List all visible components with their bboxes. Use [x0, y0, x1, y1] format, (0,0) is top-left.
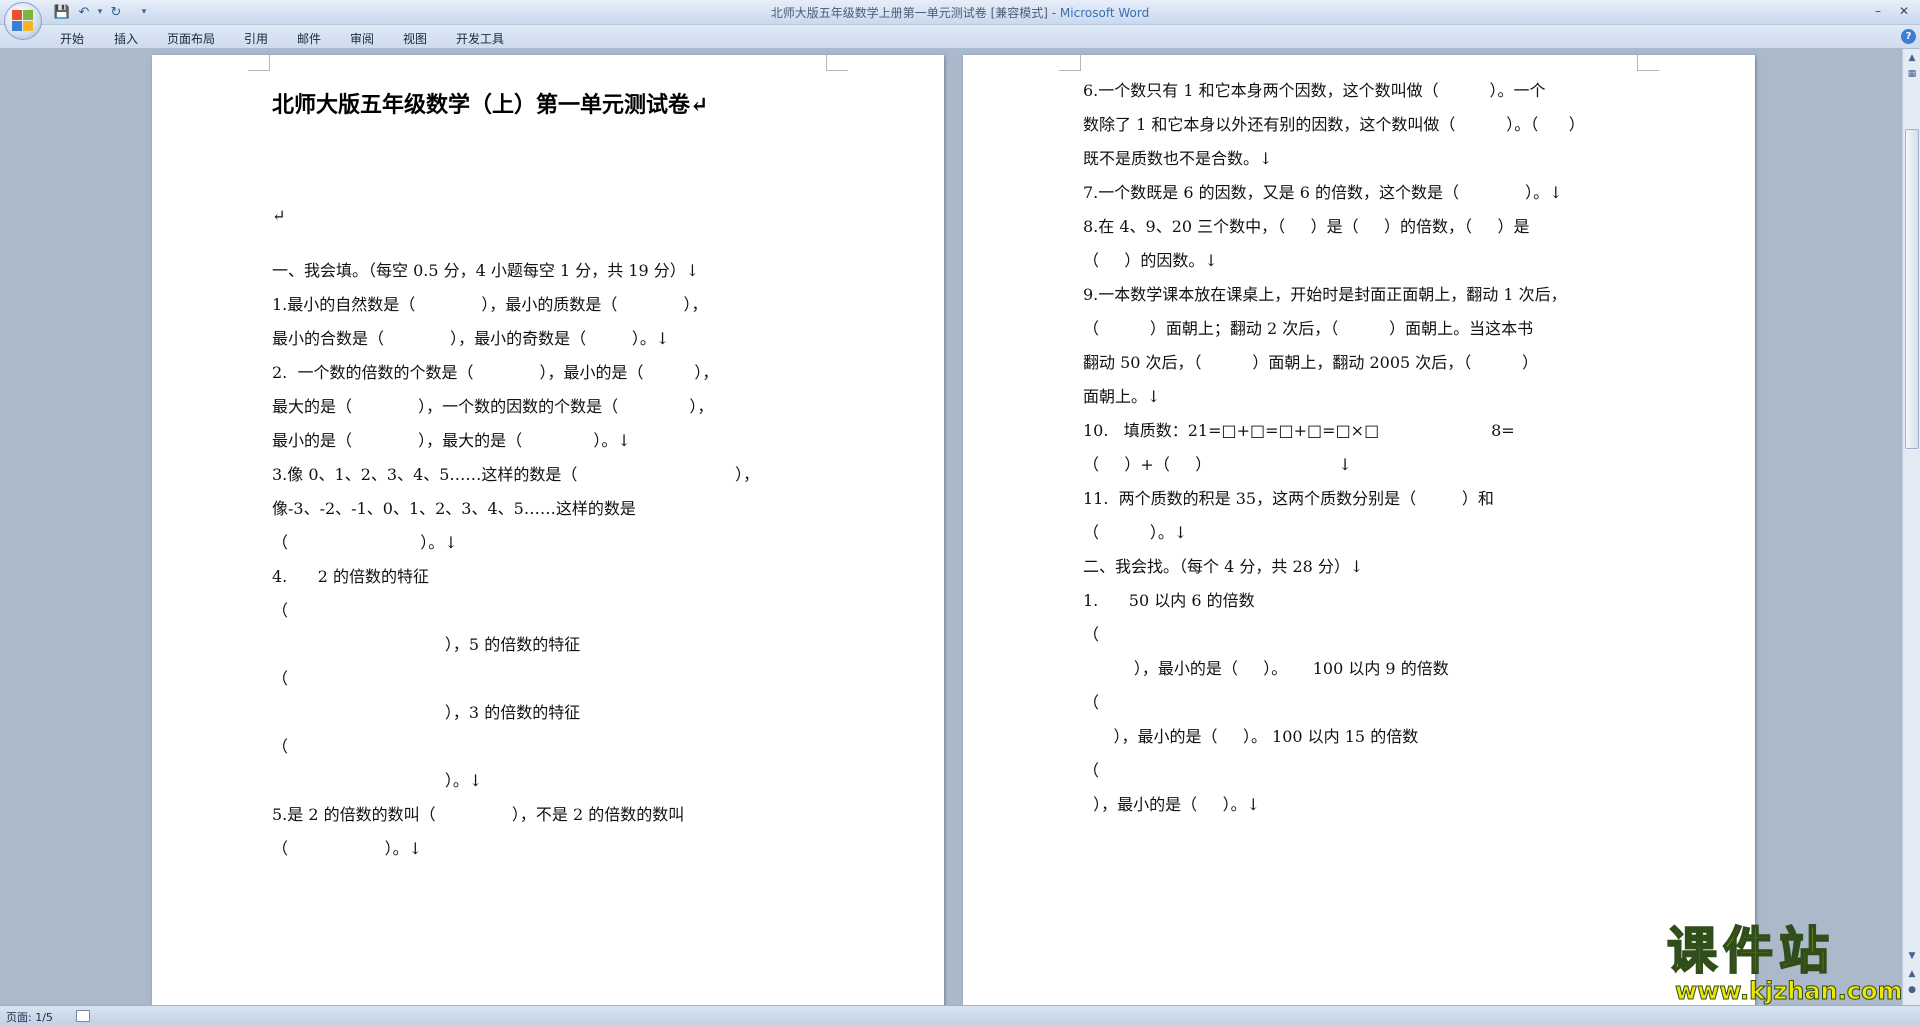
text-line: 面朝上。↓: [1083, 387, 1161, 406]
margin-corner-mark: [826, 55, 848, 71]
text-line: 10. 填质数：21=□+□=□+□=□×□ 8=: [1083, 421, 1515, 440]
tab-references[interactable]: 引用: [244, 30, 268, 47]
office-logo-icon: [12, 10, 34, 32]
tab-review[interactable]: 审阅: [350, 30, 374, 47]
page-left[interactable]: 北师大版五年级数学（上）第一单元测试卷↵ ↵ 一、我会填。（每空 0.5 分，4 …: [152, 55, 944, 1005]
text-line: 翻动 50 次后，（ ）面朝上，翻动 2005 次后，（ ）: [1083, 353, 1539, 372]
text-line: （: [1083, 761, 1100, 780]
margin-corner-mark: [1637, 55, 1659, 71]
text-line: （: [272, 601, 289, 620]
text-line: （: [1083, 693, 1100, 712]
tab-page-layout[interactable]: 页面布局: [167, 30, 215, 47]
status-bar: 页面: 1/5: [0, 1005, 1920, 1025]
text-line: 6.一个数只有 1 和它本身两个因数，这个数叫做（ ）。一个: [1083, 81, 1546, 100]
text-line: 11. 两个质数的积是 35，这两个质数分别是（ ）和: [1083, 489, 1494, 508]
margin-corner-mark: [248, 55, 270, 71]
text-line: 既不是质数也不是合数。↓: [1083, 149, 1273, 168]
window-title: 北师大版五年级数学上册第一单元测试卷 [兼容模式] - Microsoft Wo…: [770, 6, 1150, 20]
text-line: 3.像 0、1、2、3、4、5……这样的数是（ ），: [272, 465, 760, 484]
text-line: （ ）。↓: [272, 839, 423, 858]
text-line: （ ）。↓: [1083, 523, 1188, 542]
text-line: 最小的是（ ），最大的是（ ）。↓: [272, 431, 631, 450]
document-area: 北师大版五年级数学（上）第一单元测试卷↵ ↵ 一、我会填。（每空 0.5 分，4 …: [0, 49, 1902, 1005]
text-line: 9.一本数学课本放在课桌上，开始时是封面正面朝上，翻动 1 次后，: [1083, 285, 1567, 304]
tab-developer[interactable]: 开发工具: [456, 30, 504, 47]
text-line: （ ）的因数。↓: [1083, 251, 1218, 270]
text-line: （ ）。↓: [272, 533, 458, 552]
watermark-logo: 课件站 www.kjzhan.com: [1665, 922, 1905, 1006]
text-line: 5.是 2 的倍数的数叫（ ），不是 2 的倍数的数叫: [272, 805, 685, 824]
text-line: 数除了 1 和它本身以外还有别的因数，这个数叫做（ ）。（ ）: [1083, 115, 1585, 134]
text-line: 1.最小的自然数是（ ），最小的质数是（ ），: [272, 295, 708, 314]
browse-object-icon[interactable]: ●: [1905, 983, 1919, 997]
text-line: ），最小的是（ ）。↓: [1083, 795, 1261, 814]
text-line: 二、我会找。（每个 4 分，共 28 分）↓: [1083, 557, 1364, 576]
text-line: （ ）+（ ） ↓: [1083, 455, 1352, 474]
text-line: （: [272, 737, 289, 756]
tab-home[interactable]: 开始: [60, 30, 84, 47]
help-icon[interactable]: ?: [1901, 29, 1916, 44]
scroll-thumb[interactable]: [1905, 129, 1919, 449]
tab-insert[interactable]: 插入: [114, 30, 138, 47]
text-line: 2. 一个数的倍数的个数是（ ），最小的是（ ），: [272, 363, 719, 382]
text-line: 8.在 4、9、20 三个数中，（ ）是（ ）的倍数，（ ）是: [1083, 217, 1530, 236]
text-line: 最小的合数是（ ），最小的奇数是（ ）。↓: [272, 329, 670, 348]
ribbon-tabs: 开始 插入 页面布局 引用 邮件 审阅 视图 开发工具 ?: [0, 25, 1920, 49]
text-line: （ ）面朝上；翻动 2 次后，（ ）面朝上。当这本书: [1083, 319, 1534, 338]
scroll-down-icon[interactable]: ▼: [1905, 949, 1919, 963]
tab-mailings[interactable]: 邮件: [297, 30, 321, 47]
previous-page-icon[interactable]: ▲: [1905, 967, 1919, 981]
minimize-icon[interactable]: –: [1866, 2, 1890, 20]
text-line: 最大的是（ ），一个数的因数的个数是（ ），: [272, 397, 714, 416]
office-button[interactable]: [4, 2, 42, 40]
close-icon[interactable]: ✕: [1892, 2, 1916, 20]
text-line: 像-3、-2、-1、0、1、2、3、4、5……这样的数是: [272, 499, 636, 518]
text-line: ），最小的是（ ）。 100 以内 9 的倍数: [1083, 659, 1449, 678]
watermark-url: www.kjzhan.com: [1674, 977, 1903, 1006]
proofing-icon[interactable]: [76, 1010, 90, 1022]
scroll-up-icon[interactable]: ▲: [1905, 51, 1919, 65]
margin-corner-mark: [1059, 55, 1081, 71]
ruler-toggle-icon[interactable]: ▦: [1905, 67, 1919, 81]
text-line: ↵: [272, 206, 286, 225]
title-bar: 💾 ↶ ▾ ↻ ▾ 北师大版五年级数学上册第一单元测试卷 [兼容模式] - Mi…: [0, 0, 1920, 25]
text-line: 1. 50 以内 6 的倍数: [1083, 591, 1255, 610]
text-line: 7.一个数既是 6 的因数，又是 6 的倍数，这个数是（ ）。↓: [1083, 183, 1563, 202]
text-line: ），最小的是（ ）。 100 以内 15 的倍数: [1083, 727, 1419, 746]
text-line: ）。↓: [272, 771, 483, 790]
document-title: 北师大版五年级数学（上）第一单元测试卷↵: [272, 92, 709, 118]
text-line: 一、我会填。（每空 0.5 分，4 小题每空 1 分，共 19 分）↓: [272, 261, 700, 280]
text-line: ），3 的倍数的特征: [272, 703, 581, 722]
text-line: （: [272, 669, 289, 688]
watermark-title: 课件站: [1666, 922, 1835, 980]
text-line: （: [1083, 625, 1100, 644]
text-line: ），5 的倍数的特征: [272, 635, 581, 654]
tab-view[interactable]: 视图: [403, 30, 427, 47]
text-line: 4. 2 的倍数的特征: [272, 567, 430, 586]
page-indicator[interactable]: 页面: 1/5: [6, 1009, 53, 1025]
vertical-scrollbar[interactable]: ▲ ▦ ▼ ▲ ●: [1902, 49, 1920, 1005]
page-right[interactable]: 6.一个数只有 1 和它本身两个因数，这个数叫做（ ）。一个数除了 1 和它本身…: [963, 55, 1755, 1005]
